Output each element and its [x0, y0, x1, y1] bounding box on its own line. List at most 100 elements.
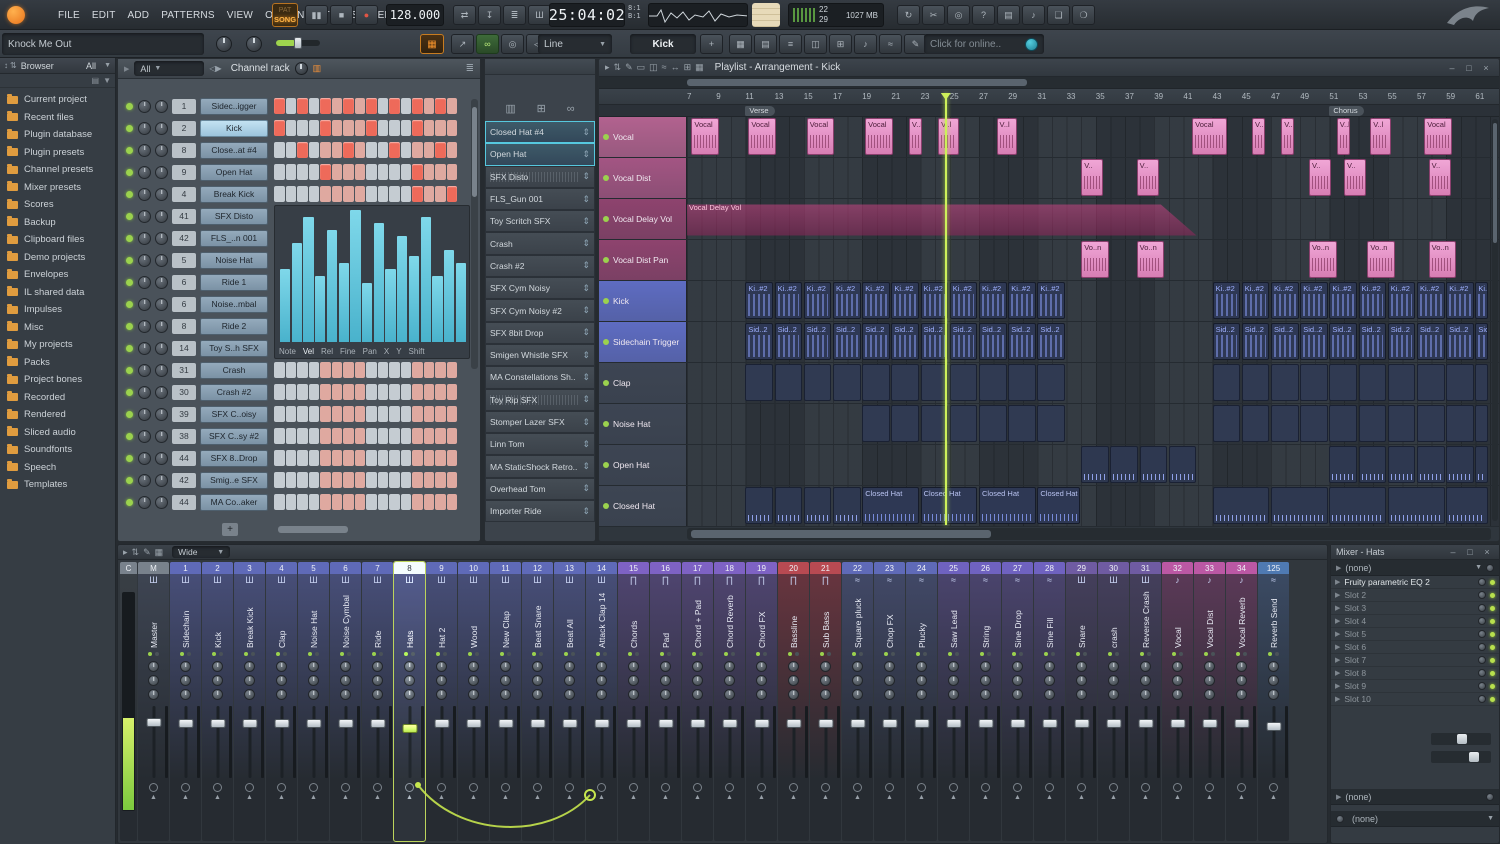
channel-mute-led[interactable]	[126, 389, 133, 396]
mic-icon[interactable]: ◎	[947, 5, 970, 25]
channel-pan-knob[interactable]	[138, 320, 151, 333]
channel-mute-led[interactable]	[126, 169, 133, 176]
strip-led-off[interactable]	[891, 652, 895, 656]
fader-handle[interactable]	[1266, 722, 1281, 731]
link-icon[interactable]: ∞	[567, 103, 575, 115]
channel-number-badge[interactable]: 44	[172, 495, 196, 510]
step-cell[interactable]	[343, 120, 354, 136]
clip-pat[interactable]: Ki..#2	[804, 282, 832, 319]
clip-plain[interactable]	[1300, 405, 1328, 442]
graph-label-vel[interactable]: Vel	[303, 347, 314, 356]
step-cell[interactable]	[447, 142, 458, 158]
channel-mute-led[interactable]	[126, 213, 133, 220]
step-cell[interactable]	[355, 142, 366, 158]
strip-led-on[interactable]	[1236, 652, 1240, 656]
channel-mute-led[interactable]	[126, 477, 133, 484]
clip-vocal[interactable]: Vo..n	[1309, 241, 1337, 278]
mixer-strip-sine-fill[interactable]: 28≈Sine Fill▲	[1034, 562, 1065, 841]
strip-led-off[interactable]	[1179, 652, 1183, 656]
rack-graph-icon[interactable]: ▥	[313, 63, 322, 74]
clip-plain[interactable]	[1446, 405, 1474, 442]
channel-number-badge[interactable]: 6	[172, 275, 196, 290]
strip-eq-knob-2[interactable]	[692, 675, 703, 686]
strip-pan-knob[interactable]	[500, 689, 511, 700]
strip-record-arm[interactable]	[149, 783, 158, 792]
tempo-display[interactable]: 128.000	[386, 4, 444, 26]
strip-led-off[interactable]	[315, 652, 319, 656]
plugin-slot-1[interactable]: ▶Fruity parametric EQ 2	[1331, 576, 1499, 589]
slot-mix-knob[interactable]	[1478, 695, 1486, 703]
channel-number-badge[interactable]: 14	[172, 341, 196, 356]
clip-vocal[interactable]: Vocal	[865, 118, 893, 155]
clip-plain[interactable]	[1242, 364, 1270, 401]
step-cell[interactable]	[401, 186, 412, 202]
step-cell[interactable]	[401, 142, 412, 158]
strip-route-arrow[interactable]: ▲	[150, 794, 157, 801]
stretch-icon[interactable]: ⇕	[582, 483, 590, 494]
step-cell[interactable]	[332, 164, 343, 180]
browser-item-clipboard-files[interactable]: Clipboard files	[0, 231, 115, 249]
sample-item-ma-constellations-sh-[interactable]: MA Constellations Sh..⇕	[485, 366, 595, 388]
channel-pan-knob[interactable]	[138, 254, 151, 267]
strip-eq-knob-1[interactable]	[980, 661, 991, 672]
step-cell[interactable]	[297, 494, 308, 510]
strip-fader[interactable]	[170, 704, 201, 780]
step-cell[interactable]	[320, 142, 331, 158]
strip-led-on[interactable]	[436, 652, 440, 656]
channel-name-button[interactable]: Break Kick	[200, 186, 268, 203]
mixer-strip-chord-reverb[interactable]: 18∏Chord Reverb▲	[714, 562, 745, 841]
strip-route-arrow[interactable]: ▲	[310, 794, 317, 801]
clip-pat[interactable]: Sid..2	[804, 323, 832, 360]
step-cell[interactable]	[297, 98, 308, 114]
clip-vocal[interactable]: V..l	[1252, 118, 1265, 155]
strip-number[interactable]: 29	[1066, 562, 1097, 574]
clip-plain[interactable]	[775, 364, 803, 401]
strip-eq-knob-2[interactable]	[1236, 675, 1247, 686]
strip-led-off[interactable]	[859, 652, 863, 656]
mixer-strip-reverse-crash[interactable]: 31ШReverse Crash▲	[1130, 562, 1161, 841]
pause-button[interactable]: ▮▮	[305, 5, 328, 25]
clip-pat[interactable]: Ki..#2	[1213, 282, 1241, 319]
channel-mute-led[interactable]	[126, 411, 133, 418]
strip-pan-knob[interactable]	[1012, 689, 1023, 700]
step-cell[interactable]	[297, 450, 308, 466]
channel-mute-led[interactable]	[126, 499, 133, 506]
strip-led-on[interactable]	[628, 652, 632, 656]
strip-route-arrow[interactable]: ▲	[1014, 794, 1021, 801]
clip-vocal[interactable]: V..	[1429, 159, 1451, 196]
graph-editor[interactable]: NoteVelRelFinePanXYShift	[274, 205, 470, 359]
step-cell[interactable]	[274, 142, 285, 158]
clip-ticks[interactable]	[1271, 487, 1328, 524]
clip-ticks[interactable]	[1329, 487, 1386, 524]
strip-eq-knob-1[interactable]	[1108, 661, 1119, 672]
strip-record-arm[interactable]	[949, 783, 958, 792]
fader-handle[interactable]	[274, 719, 289, 728]
strip-pan-knob[interactable]	[244, 689, 255, 700]
slot-enable-led[interactable]	[1490, 697, 1495, 702]
clip-ticks[interactable]	[1446, 446, 1474, 483]
clip-plain[interactable]	[891, 364, 919, 401]
clip-pat[interactable]: Ki..#2	[1242, 282, 1270, 319]
step-cell[interactable]	[447, 120, 458, 136]
step-cell[interactable]	[286, 472, 297, 488]
step-cell[interactable]	[389, 362, 400, 378]
step-cell[interactable]	[332, 450, 343, 466]
step-cell[interactable]	[366, 384, 377, 400]
fader-handle[interactable]	[1010, 719, 1025, 728]
step-cell[interactable]	[447, 450, 458, 466]
track-mute-led[interactable]	[603, 298, 609, 304]
strip-route-arrow[interactable]: ▲	[1142, 794, 1149, 801]
strip-led-on[interactable]	[852, 652, 856, 656]
step-cell[interactable]	[424, 164, 435, 180]
track-header[interactable]: Noise Hat	[599, 404, 687, 444]
track-header[interactable]: Vocal Delay Vol	[599, 199, 687, 239]
clip-plain[interactable]	[921, 364, 949, 401]
record-button[interactable]: ●	[355, 5, 378, 25]
strip-eq-knob-2[interactable]	[180, 675, 191, 686]
feedback-icon[interactable]: ❍	[1072, 5, 1095, 25]
strip-pan-knob[interactable]	[1076, 689, 1087, 700]
browser-item-impulses[interactable]: Impulses	[0, 301, 115, 319]
step-cell[interactable]	[320, 494, 331, 510]
step-cell[interactable]	[343, 98, 354, 114]
track-header[interactable]: Vocal Dist	[599, 158, 687, 198]
